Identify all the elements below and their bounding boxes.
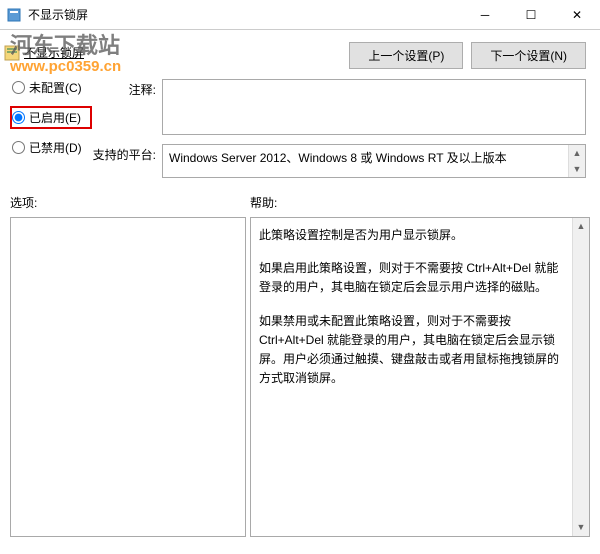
help-paragraph-2: 如果启用此策略设置，则对于不需要按 Ctrl+Alt+Del 就能登录的用户，其… xyxy=(259,259,569,297)
window-title: 不显示锁屏 xyxy=(28,6,462,23)
help-paragraph-1: 此策略设置控制是否为用户显示锁屏。 xyxy=(259,226,569,245)
window-icon xyxy=(6,7,22,23)
close-button[interactable]: ✕ xyxy=(554,0,600,30)
scroll-down-icon[interactable]: ▼ xyxy=(569,161,585,177)
radio-disabled-label: 已禁用(D) xyxy=(29,139,82,156)
supported-platform-box: Windows Server 2012、Windows 8 或 Windows … xyxy=(162,144,586,178)
radio-enabled-input[interactable] xyxy=(12,111,25,124)
titlebar: 不显示锁屏 ─ ☐ ✕ xyxy=(0,0,600,30)
radio-disabled-input[interactable] xyxy=(12,141,25,154)
next-setting-button[interactable]: 下一个设置(N) xyxy=(471,42,586,69)
radio-disabled[interactable]: 已禁用(D) xyxy=(12,139,92,156)
policy-icon xyxy=(4,45,20,61)
scroll-up-icon[interactable]: ▲ xyxy=(573,218,589,235)
maximize-button[interactable]: ☐ xyxy=(508,0,554,30)
scrollbar[interactable]: ▲ ▼ xyxy=(568,145,585,177)
radio-not-configured-label: 未配置(C) xyxy=(29,79,82,96)
policy-title-link[interactable]: 不显示锁屏 xyxy=(24,44,84,61)
supported-platform-text: Windows Server 2012、Windows 8 或 Windows … xyxy=(169,151,507,165)
radio-not-configured[interactable]: 未配置(C) xyxy=(12,79,92,96)
comment-label: 注释: xyxy=(92,79,162,138)
help-box: 此策略设置控制是否为用户显示锁屏。 如果启用此策略设置，则对于不需要按 Ctrl… xyxy=(250,217,590,537)
scroll-up-icon[interactable]: ▲ xyxy=(569,145,585,161)
help-paragraph-3: 如果禁用或未配置此策略设置，则对于不需要按 Ctrl+Alt+Del 就能登录的… xyxy=(259,312,569,389)
comment-textarea[interactable] xyxy=(162,79,586,135)
prev-setting-button[interactable]: 上一个设置(P) xyxy=(349,42,463,69)
help-scrollbar[interactable]: ▲ ▼ xyxy=(572,218,589,536)
help-label: 帮助: xyxy=(250,194,590,211)
radio-enabled[interactable]: 已启用(E) xyxy=(10,106,92,129)
radio-not-configured-input[interactable] xyxy=(12,81,25,94)
radio-enabled-label: 已启用(E) xyxy=(29,109,81,126)
options-label: 选项: xyxy=(10,194,246,211)
minimize-button[interactable]: ─ xyxy=(462,0,508,30)
supported-label: 支持的平台: xyxy=(92,144,162,163)
scroll-down-icon[interactable]: ▼ xyxy=(573,519,589,536)
options-box xyxy=(10,217,246,537)
